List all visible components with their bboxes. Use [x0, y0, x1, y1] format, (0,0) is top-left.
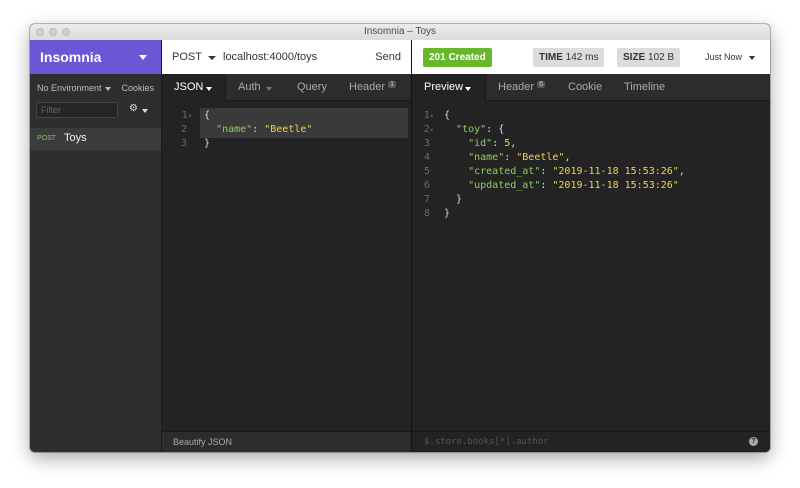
sidebar-item-toys[interactable]: POST Toys [30, 128, 161, 150]
chevron-down-icon [749, 56, 755, 60]
method-select[interactable]: POST [172, 51, 202, 63]
beautify-json-button[interactable]: Beautify JSON [173, 437, 232, 447]
chevron-down-icon [266, 87, 272, 91]
title-bar: Insomnia – Toys [30, 24, 770, 41]
tab-response-header[interactable]: Header 6 [498, 81, 546, 93]
sidebar-settings-button[interactable]: ⚙ [129, 103, 151, 117]
url-bar: POST localhost:4000/toys Send [162, 40, 411, 75]
code-line: { [444, 110, 451, 121]
code-line: } [444, 208, 451, 219]
code-line: "name": "Beetle", [468, 152, 571, 163]
line-number: 4 [423, 152, 430, 163]
line-number: 7 [423, 194, 430, 205]
line-number: 2 [180, 124, 187, 135]
line-number: 8 [423, 208, 430, 219]
history-dropdown[interactable]: Just Now [705, 52, 742, 62]
code-line: } [204, 138, 211, 149]
app-window: Insomnia – Toys Insomnia No Environment … [30, 24, 770, 452]
code-line: } [444, 194, 463, 205]
url-input[interactable]: localhost:4000/toys [223, 51, 317, 63]
size-badge: SIZE 102 B [617, 48, 681, 67]
request-pane: POST localhost:4000/toys Send JSON Auth … [162, 40, 412, 452]
chevron-down-icon [139, 55, 147, 60]
status-badge: 201 Created [423, 48, 492, 67]
filter-input[interactable] [36, 102, 118, 118]
chevron-down-icon [206, 87, 212, 91]
line-number: 1▾ [423, 110, 434, 121]
environment-row: No Environment Cookies [30, 74, 161, 101]
time-badge: TIME 142 ms [533, 48, 605, 67]
gear-icon: ⚙ [129, 103, 138, 114]
header-count-badge: 6 [537, 81, 546, 88]
line-number: 5 [423, 166, 430, 177]
request-method-badge: POST [37, 135, 57, 142]
tab-header-label: Header [498, 81, 535, 93]
request-name: Toys [64, 132, 87, 144]
environment-select[interactable]: No Environment [37, 83, 102, 93]
response-pane: 201 Created TIME 142 ms SIZE 102 B Just … [412, 40, 770, 452]
help-icon[interactable]: ? [749, 437, 758, 446]
tab-query[interactable]: Query [297, 81, 327, 93]
tab-preview[interactable]: Preview [424, 81, 463, 93]
header-count-badge: 1 [388, 81, 397, 88]
line-number: 2▾ [423, 124, 434, 135]
tab-header-label: Header [349, 81, 386, 93]
workspace-name: Insomnia [40, 49, 102, 65]
tab-header[interactable]: Header 1 [349, 81, 397, 93]
window-title: Insomnia – Toys [363, 26, 437, 37]
cookies-button[interactable]: Cookies [121, 83, 154, 93]
chevron-down-icon [105, 87, 111, 91]
code-line: { [204, 110, 211, 121]
json-key: "name" [216, 124, 253, 135]
response-status-bar: 201 Created TIME 142 ms SIZE 102 B Just … [412, 40, 770, 75]
tab-cookie[interactable]: Cookie [568, 81, 602, 93]
code-line: "created_at": "2019-11-18 15:53:26", [468, 166, 685, 177]
response-tabs: Preview Header 6 Cookie Timeline [412, 74, 770, 101]
workspace-menu[interactable]: Insomnia [30, 40, 161, 74]
code-line: "updated_at": "2019-11-18 15:53:26" [468, 180, 679, 191]
request-body-editor[interactable]: 1▾ 2 3 { "name": "Beetle" } [162, 101, 411, 431]
chevron-down-icon [208, 56, 216, 60]
response-footer: $.store.books[*].author ? [412, 431, 770, 452]
response-body-viewer[interactable]: 1▾ 2▾ 3 4 5 6 7 8 { "toy": { "id": 5, "n… [412, 101, 770, 431]
tab-auth[interactable]: Auth [238, 81, 261, 93]
request-tabs: JSON Auth Query Header 1 [162, 74, 411, 101]
json-string: "Beetle" [264, 124, 313, 135]
code-line: "name": "Beetle" [216, 124, 313, 135]
chevron-down-icon [142, 109, 148, 113]
send-button[interactable]: Send [375, 51, 401, 63]
line-number: 1▾ [181, 110, 192, 121]
tab-json[interactable]: JSON [174, 81, 203, 93]
sidebar: Insomnia No Environment Cookies ⚙ POST T… [30, 40, 162, 452]
line-number: 6 [423, 180, 430, 191]
request-footer: Beautify JSON [162, 431, 411, 452]
line-number: 3 [180, 138, 187, 149]
chevron-down-icon [465, 87, 471, 91]
code-line: "id": 5, [468, 138, 517, 149]
code-line: "toy": { [456, 124, 505, 135]
tab-timeline[interactable]: Timeline [624, 81, 665, 93]
response-filter-input[interactable]: $.store.books[*].author [424, 437, 549, 447]
line-number: 3 [423, 138, 430, 149]
